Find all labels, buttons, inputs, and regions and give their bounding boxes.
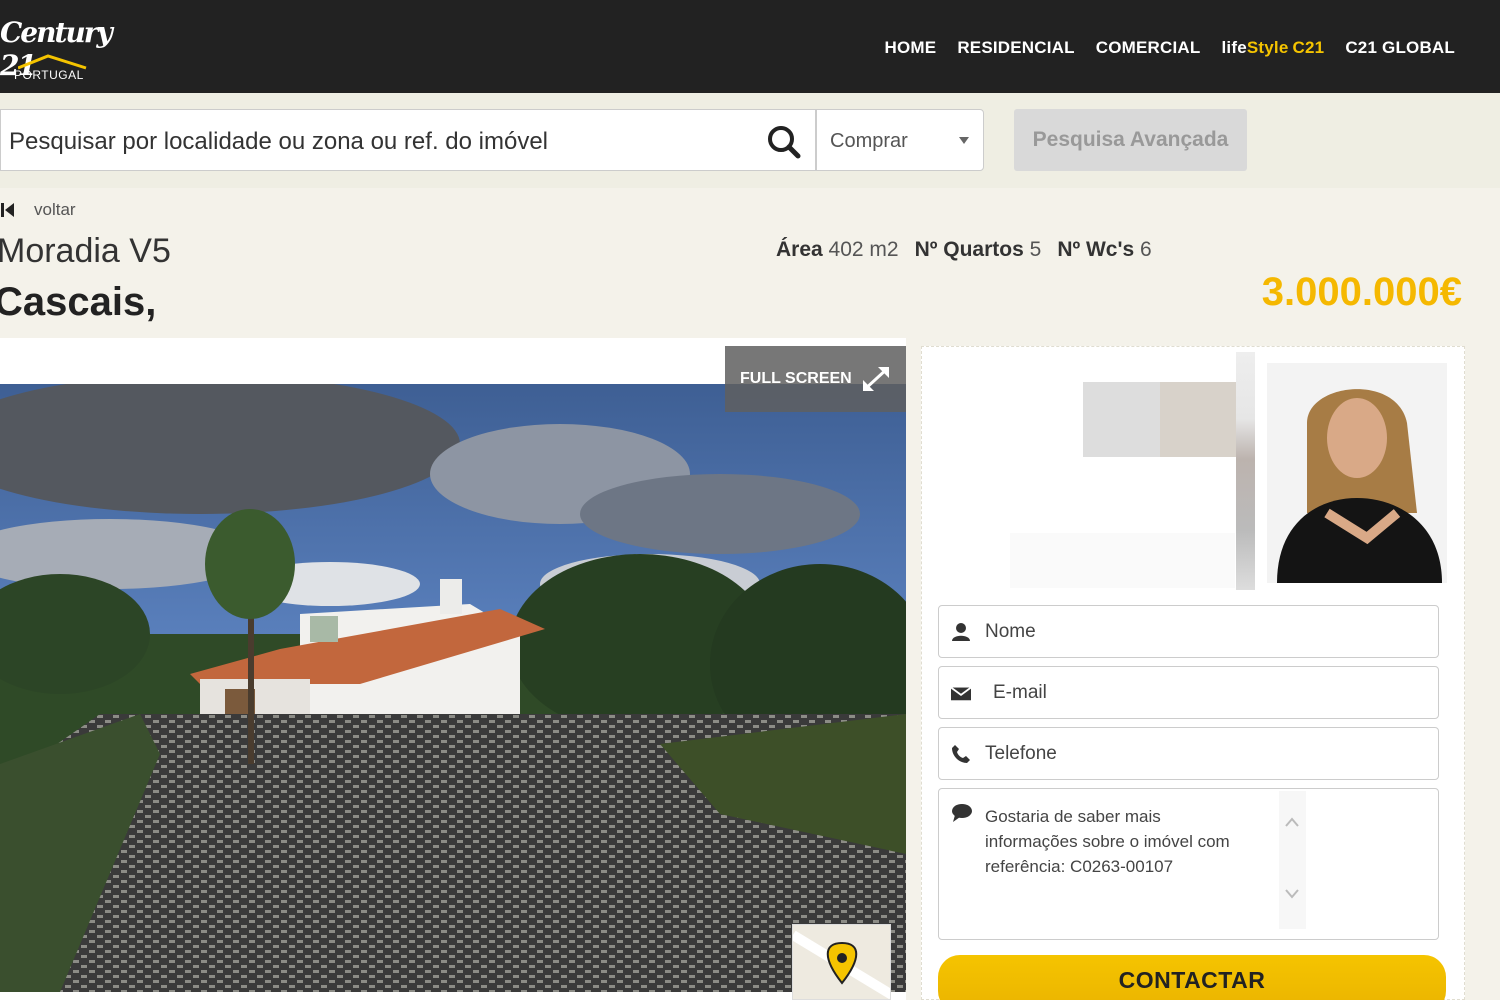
back-link[interactable]: voltar [0, 200, 76, 220]
phone-field[interactable]: Telefone [938, 727, 1439, 780]
envelope-icon [951, 686, 971, 701]
email-field[interactable]: E-mail [938, 666, 1439, 719]
phone-icon [952, 745, 970, 763]
property-stats: Área 402 m2 Nº Quartos 5 Nº Wc's 6 [776, 238, 1152, 262]
message-text: Gostaria de saber mais informações sobre… [985, 807, 1230, 876]
search-icon[interactable] [767, 125, 801, 159]
logo-subtitle: PORTUGAL [14, 68, 84, 82]
message-scrollbar[interactable] [1279, 791, 1306, 929]
select-value: Comprar [830, 130, 908, 152]
transaction-type-select[interactable]: Comprar [816, 109, 984, 171]
agent-info-blurred [1083, 382, 1161, 457]
agent-info-blurred [1160, 382, 1238, 457]
nav-lifestyle[interactable]: lifeStyle C21 [1222, 38, 1325, 58]
rooms-value: 5 [1029, 238, 1042, 261]
property-location: Cascais, [0, 280, 157, 324]
wc-label: Nº Wc's [1057, 238, 1135, 261]
area-label: Área [776, 238, 823, 261]
century21-logo[interactable]: Century 21 PORTUGAL [0, 14, 120, 84]
nav-lifestyle-part1: life [1221, 38, 1247, 57]
agent-portrait [1267, 363, 1447, 583]
search-placeholder: Pesquisar por localidade ou zona ou ref.… [9, 128, 548, 155]
agent-photo [1267, 363, 1447, 583]
user-icon [952, 623, 970, 641]
phone-placeholder: Telefone [985, 743, 1057, 764]
property-photo[interactable] [0, 384, 906, 992]
fullscreen-label: FULL SCREEN [740, 370, 852, 387]
nav-residencial[interactable]: RESIDENCIAL [957, 38, 1074, 58]
area-value: 402 m2 [828, 238, 899, 261]
area-stat: Área 402 m2 [776, 238, 899, 262]
expand-icon [862, 366, 890, 392]
chevron-up-icon[interactable] [1285, 817, 1299, 827]
back-label: voltar [34, 200, 76, 219]
advanced-search-button[interactable]: Pesquisa Avançada [1014, 109, 1247, 171]
search-input[interactable]: Pesquisar por localidade ou zona ou ref.… [0, 109, 816, 171]
main-nav: HOME RESIDENCIAL COMERCIAL lifeStyle C21 … [885, 38, 1456, 58]
property-type: Moradia V5 [0, 232, 171, 270]
nav-comercial[interactable]: COMERCIAL [1096, 38, 1201, 58]
dropdown-arrow-icon [959, 137, 969, 144]
agent-info-blurred [1236, 352, 1255, 590]
map-pin-icon [793, 930, 890, 999]
search-bar: Pesquisar por localidade ou zona ou ref.… [0, 93, 1500, 188]
top-header: Century 21 PORTUGAL HOME RESIDENCIAL COM… [0, 0, 1500, 93]
nav-lifestyle-part3: C21 [1292, 38, 1325, 57]
name-placeholder: Nome [985, 621, 1036, 642]
property-price: 3.000.000€ [1261, 270, 1462, 314]
property-photo-illustration [0, 384, 906, 992]
wc-stat: Nº Wc's 6 [1057, 238, 1151, 262]
fullscreen-button[interactable]: FULL SCREEN [725, 346, 906, 412]
back-icon [1, 203, 14, 217]
nav-home[interactable]: HOME [885, 38, 937, 58]
contact-button[interactable]: CONTACTAR [938, 955, 1446, 1000]
message-field[interactable]: Gostaria de saber mais informações sobre… [938, 788, 1439, 940]
rooms-label: Nº Quartos [914, 238, 1024, 261]
wc-value: 6 [1140, 238, 1152, 261]
name-field[interactable]: Nome [938, 605, 1439, 658]
chevron-down-icon[interactable] [1285, 889, 1299, 899]
rooms-stat: Nº Quartos 5 [915, 238, 1042, 262]
nav-c21-global[interactable]: C21 GLOBAL [1345, 38, 1455, 58]
agent-info-blurred [1010, 533, 1235, 588]
nav-lifestyle-part2: Style [1246, 38, 1289, 57]
email-placeholder: E-mail [993, 682, 1047, 703]
map-thumbnail[interactable] [792, 924, 891, 1000]
speech-bubble-icon [952, 804, 972, 822]
